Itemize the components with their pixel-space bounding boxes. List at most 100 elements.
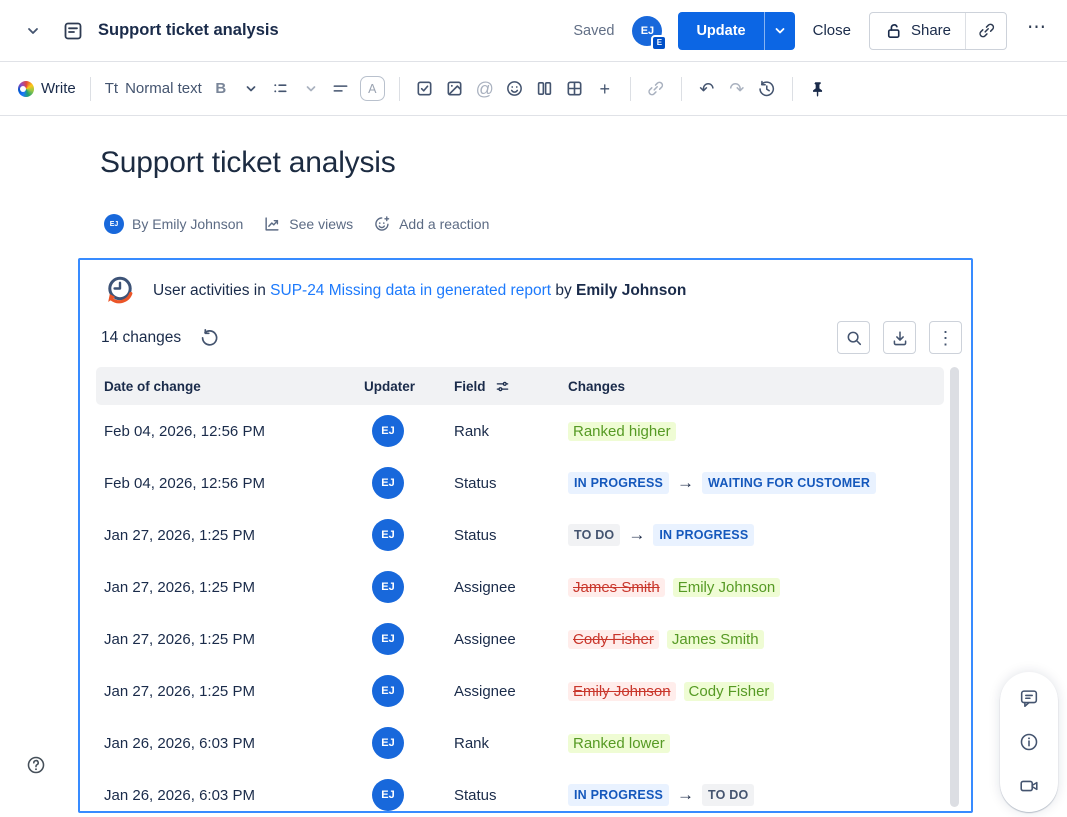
text-color-button[interactable]: A: [356, 73, 389, 105]
cell-updater: EJ: [364, 467, 454, 499]
top-bar-right: Saved EJ E Update Close Share ⋯: [573, 12, 1051, 50]
change-badge-removed: Cody Fisher: [568, 630, 659, 649]
task-list-button[interactable]: [410, 73, 440, 105]
list-options-chevron[interactable]: [296, 73, 326, 105]
update-button[interactable]: Update: [678, 12, 763, 50]
insert-image-button[interactable]: [440, 73, 470, 105]
user-activities-embed[interactable]: User activities in SUP-24 Missing data i…: [78, 258, 973, 813]
updater-avatar[interactable]: EJ: [372, 519, 404, 551]
current-editor-avatar[interactable]: EJ E: [632, 16, 662, 46]
cell-changes: Ranked lower: [568, 734, 944, 753]
emoji-icon: [505, 79, 524, 98]
document-title: Support ticket analysis: [98, 21, 279, 40]
header-changes: Changes: [568, 379, 944, 394]
change-arrow-icon: →: [677, 785, 694, 805]
columns-icon: [535, 79, 554, 98]
avatar-edit-badge: E: [651, 35, 667, 51]
chevron-down-icon: [244, 82, 258, 96]
updater-avatar[interactable]: EJ: [372, 623, 404, 655]
save-status: Saved: [573, 23, 614, 39]
text-format-options-chevron[interactable]: [236, 73, 266, 105]
change-badge-status-blue: IN PROGRESS: [653, 524, 754, 546]
cell-date: Jan 26, 2026, 6:03 PM: [104, 787, 364, 804]
updater-avatar[interactable]: EJ: [372, 675, 404, 707]
change-badge-added: Emily Johnson: [673, 578, 781, 597]
change-arrow-icon: →: [628, 525, 645, 545]
cell-field: Rank: [454, 735, 568, 752]
chevron-down-icon: [773, 24, 787, 38]
version-history-button[interactable]: [752, 73, 782, 105]
change-badge-status-blue: WAITING FOR CUSTOMER: [702, 472, 876, 494]
mention-icon: @: [476, 80, 494, 98]
redo-button[interactable]: ↷: [722, 73, 752, 105]
text-style-selector[interactable]: Tt Normal text: [101, 73, 206, 105]
updater-avatar[interactable]: EJ: [372, 415, 404, 447]
pin-icon: [809, 80, 827, 98]
mention-button[interactable]: @: [470, 73, 500, 105]
top-bar-left: Support ticket analysis: [18, 16, 573, 46]
activity-clock-icon: [101, 273, 137, 309]
cell-changes: TO DO → IN PROGRESS: [568, 524, 944, 546]
ai-write-button[interactable]: Write: [14, 73, 80, 105]
issue-link[interactable]: SUP-24 Missing data in generated report: [270, 282, 551, 299]
see-views-button[interactable]: See views: [263, 215, 353, 233]
checkbox-icon: [415, 79, 434, 98]
insert-table-button[interactable]: [560, 73, 590, 105]
details-button[interactable]: [1012, 730, 1046, 754]
text-align-button[interactable]: [326, 73, 356, 105]
insert-element-button[interactable]: +: [590, 73, 620, 105]
pin-toolbar-button[interactable]: [803, 73, 833, 105]
byline-author[interactable]: EJ By Emily Johnson: [104, 214, 243, 234]
field-filter-icon[interactable]: [495, 379, 510, 394]
header-field-label: Field: [454, 379, 486, 394]
video-camera-icon: [1018, 775, 1040, 797]
activity-table-row: Jan 26, 2026, 6:03 PM EJ Status IN PROGR…: [96, 769, 944, 813]
more-actions-button[interactable]: ⋯: [1023, 16, 1051, 45]
text-style-label: Normal text: [125, 80, 202, 97]
updater-avatar[interactable]: EJ: [372, 727, 404, 759]
activity-table-row: Feb 04, 2026, 12:56 PM EJ Rank Ranked hi…: [96, 405, 944, 457]
close-button[interactable]: Close: [811, 18, 853, 43]
cell-field: Assignee: [454, 631, 568, 648]
refresh-button[interactable]: [193, 327, 225, 349]
embed-more-button[interactable]: ⋮: [929, 321, 962, 354]
add-reaction-button[interactable]: Add a reaction: [373, 215, 489, 233]
toolbar-divider: [681, 77, 682, 101]
activity-table-row: Jan 26, 2026, 6:03 PM EJ Rank Ranked low…: [96, 717, 944, 769]
change-badge-status-blue: IN PROGRESS: [568, 784, 669, 806]
updater-avatar[interactable]: EJ: [372, 779, 404, 811]
search-button[interactable]: [837, 321, 870, 354]
table-scrollbar[interactable]: [950, 367, 959, 807]
collapse-page-button[interactable]: [18, 16, 48, 46]
undo-button[interactable]: ↶: [692, 73, 722, 105]
embed-title-author: Emily Johnson: [576, 282, 686, 299]
info-icon: [1018, 731, 1040, 753]
layouts-button[interactable]: [530, 73, 560, 105]
comments-button[interactable]: [1012, 686, 1046, 710]
plus-icon: +: [600, 80, 611, 98]
cell-date: Jan 26, 2026, 6:03 PM: [104, 735, 364, 752]
change-badge-added: Ranked higher: [568, 422, 676, 441]
help-button[interactable]: [24, 753, 48, 777]
header-updater: Updater: [364, 379, 454, 394]
insert-link-button[interactable]: [641, 73, 671, 105]
change-badge-added: James Smith: [667, 630, 764, 649]
share-button-group: Share: [869, 12, 1007, 50]
cell-updater: EJ: [364, 779, 454, 811]
copy-link-button[interactable]: [966, 13, 1006, 49]
record-video-button[interactable]: [1012, 774, 1046, 798]
emoji-button[interactable]: [500, 73, 530, 105]
download-button[interactable]: [883, 321, 916, 354]
update-options-button[interactable]: [764, 12, 795, 50]
updater-avatar[interactable]: EJ: [372, 467, 404, 499]
share-button[interactable]: Share: [870, 13, 966, 49]
change-badge-status-grey: TO DO: [568, 524, 620, 546]
bullet-list-button[interactable]: [266, 73, 296, 105]
cell-changes: James SmithEmily Johnson: [568, 578, 944, 597]
top-bar: Support ticket analysis Saved EJ E Updat…: [0, 0, 1067, 62]
embed-controls: 14 changes ⋮: [101, 321, 962, 354]
text-color-icon: A: [360, 76, 385, 101]
updater-avatar[interactable]: EJ: [372, 571, 404, 603]
bold-button[interactable]: B: [206, 73, 236, 105]
cell-changes: Emily JohnsonCody Fisher: [568, 682, 944, 701]
